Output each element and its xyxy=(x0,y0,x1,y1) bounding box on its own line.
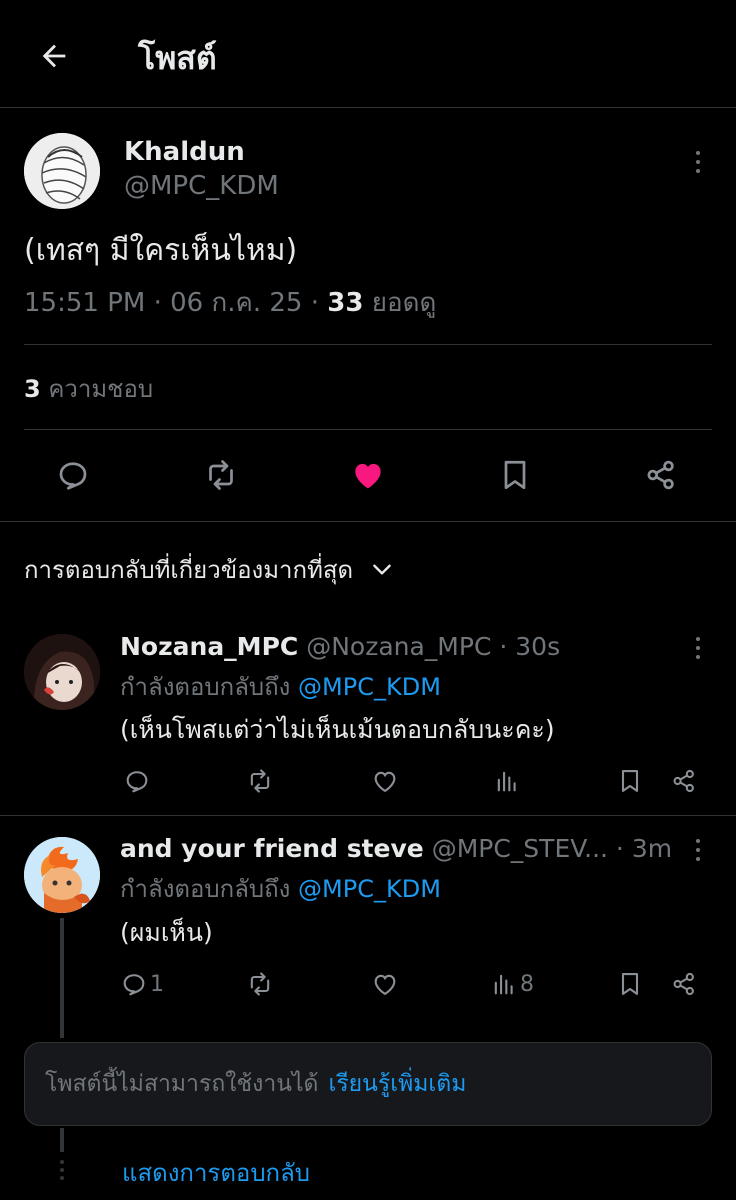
more-options-icon[interactable] xyxy=(686,830,710,870)
replying-to-prefix: กำลังตอบกลับถึง xyxy=(120,673,291,701)
reply-author-handle[interactable]: @MPC_STEV... xyxy=(432,834,608,863)
unavailable-text: โพสต์นี้ไม่สามารถใช้งานได้ xyxy=(45,1071,319,1097)
bookmark-icon xyxy=(621,973,639,995)
avatar[interactable] xyxy=(24,634,100,710)
post-meta: 15:51 PM · 06 ก.ค. 25 · 33 ยอดดู xyxy=(24,286,436,320)
bookmark-icon xyxy=(504,460,526,490)
heart-icon xyxy=(374,974,396,996)
learn-more-link[interactable]: เรียนรู้เพิ่มเติม xyxy=(328,1066,466,1102)
divider xyxy=(24,344,712,345)
replying-to-mention[interactable]: @MPC_KDM xyxy=(298,875,441,903)
views-button[interactable]: 8 xyxy=(490,967,534,1001)
reply-icon xyxy=(126,771,148,793)
arrow-left-icon xyxy=(42,44,66,68)
bar-chart-icon xyxy=(494,974,513,995)
post-time: 15:51 PM xyxy=(24,288,146,318)
reply-header: and your friend steve @MPC_STEV... · 3m xyxy=(120,832,672,866)
share-button[interactable] xyxy=(667,967,701,1001)
unavailable-notice: โพสต์นี้ไม่สามารถใช้งานได้ เรียนรู้เพิ่ม… xyxy=(24,1042,712,1126)
bookmark-icon xyxy=(621,770,639,792)
likes-stat[interactable]: 3 ความชอบ xyxy=(24,372,153,406)
views-label: ยอดดู xyxy=(371,288,437,318)
replies-sort-dropdown[interactable]: การตอบกลับที่เกี่ยวข้องมากที่สุด xyxy=(24,553,395,587)
repost-icon xyxy=(209,460,233,490)
replying-to-prefix: กำลังตอบกลับถึง xyxy=(120,875,291,903)
likes-count: 3 xyxy=(24,375,41,403)
views-button[interactable] xyxy=(490,764,524,798)
share-button[interactable] xyxy=(638,452,684,498)
reply-author-name[interactable]: and your friend steve xyxy=(120,834,424,863)
thread-line xyxy=(60,918,64,1038)
reply-text: (ผมเห็น) xyxy=(120,918,213,947)
like-button[interactable] xyxy=(368,764,402,798)
views-count: 33 xyxy=(327,288,364,318)
avatar[interactable] xyxy=(24,133,100,209)
show-replies-link[interactable]: แสดงการตอบกลับ xyxy=(122,1156,310,1190)
divider xyxy=(0,521,736,522)
meta-separator: · xyxy=(153,288,162,318)
repost-icon xyxy=(250,769,270,793)
bar-chart-icon xyxy=(497,771,516,792)
post-text: (เทสๆ มีใครเห็นไหม) xyxy=(24,233,298,268)
thread-line xyxy=(60,1128,64,1152)
meta-separator: · xyxy=(615,834,624,863)
repost-button[interactable] xyxy=(243,967,277,1001)
bookmark-button[interactable] xyxy=(613,764,647,798)
heart-filled-icon xyxy=(355,463,381,489)
avatar[interactable] xyxy=(24,837,100,913)
back-button[interactable] xyxy=(30,36,78,76)
more-options-icon[interactable] xyxy=(686,628,710,668)
bookmark-button[interactable] xyxy=(492,452,538,498)
share-icon xyxy=(647,460,674,490)
replying-to: กำลังตอบกลับถึง @MPC_KDM xyxy=(120,670,441,704)
reply-author-name[interactable]: Nozana_MPC xyxy=(120,632,298,661)
page-title: โพสต์ xyxy=(138,39,217,77)
view-count: 8 xyxy=(520,971,534,997)
repost-button[interactable] xyxy=(198,452,244,498)
reply-count: 1 xyxy=(150,971,164,997)
replying-to: กำลังตอบกลับถึง @MPC_KDM xyxy=(120,872,441,906)
post-date: 06 ก.ค. 25 xyxy=(170,288,303,318)
author-handle[interactable]: @MPC_KDM xyxy=(124,170,279,202)
reply-button[interactable] xyxy=(50,452,96,498)
bookmark-button[interactable] xyxy=(613,967,647,1001)
share-icon xyxy=(673,769,694,793)
reply-button[interactable] xyxy=(120,764,154,798)
reply-time: 3m xyxy=(631,834,673,863)
share-button[interactable] xyxy=(667,764,701,798)
replying-to-mention[interactable]: @MPC_KDM xyxy=(298,673,441,701)
reply-time: 30s xyxy=(515,632,561,661)
likes-label: ความชอบ xyxy=(48,375,154,403)
like-button[interactable] xyxy=(368,967,402,1001)
meta-separator: · xyxy=(310,288,320,318)
reply-icon xyxy=(123,974,145,996)
share-icon xyxy=(673,972,694,996)
repost-icon xyxy=(250,972,270,996)
meta-separator: · xyxy=(499,632,508,661)
divider xyxy=(24,429,712,430)
author-name[interactable]: Khaldun xyxy=(124,136,245,168)
reply-header: Nozana_MPC @Nozana_MPC · 30s xyxy=(120,630,560,664)
like-button[interactable] xyxy=(345,452,391,498)
replies-sort-label: การตอบกลับที่เกี่ยวข้องมากที่สุด xyxy=(24,556,354,584)
more-options-icon[interactable] xyxy=(686,142,710,182)
repost-button[interactable] xyxy=(243,764,277,798)
reply-button[interactable]: 1 xyxy=(120,967,164,1001)
chevron-down-icon xyxy=(372,564,391,575)
divider xyxy=(0,815,736,816)
reply-icon xyxy=(59,462,87,490)
reply-text: (เห็นโพสแต่ว่าไม่เห็นเม้นตอบกลับนะคะ) xyxy=(120,715,555,744)
header-divider xyxy=(0,107,736,108)
thread-dots xyxy=(58,1160,66,1190)
heart-icon xyxy=(374,771,396,793)
reply-author-handle[interactable]: @Nozana_MPC xyxy=(306,632,491,661)
